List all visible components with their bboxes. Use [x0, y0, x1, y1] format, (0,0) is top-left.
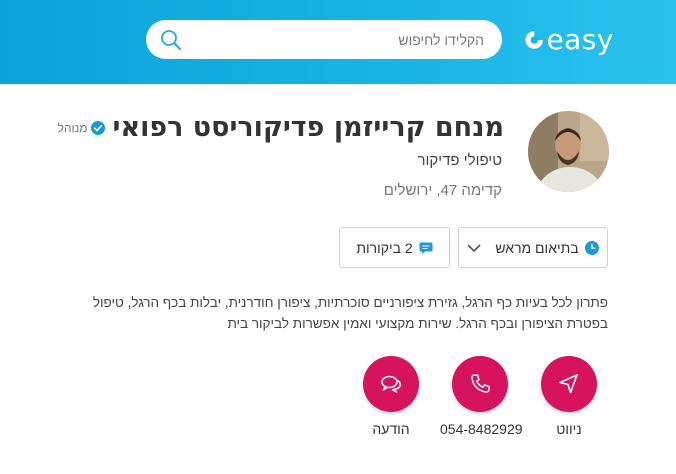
navigate-action[interactable]: ניווט [529, 356, 609, 437]
chat-bubble-icon [419, 242, 433, 254]
schedule-label: בתיאום מראש [495, 239, 579, 256]
phone-label: 054-8482929 [440, 421, 523, 437]
verified-label: מנוהל [57, 120, 88, 135]
navigate-label: ניווט [556, 421, 582, 437]
top-header: easy [0, 0, 676, 84]
search-bar[interactable] [146, 20, 502, 59]
business-address: קדימה 47, ירושלים [383, 182, 502, 199]
search-input[interactable] [204, 20, 484, 59]
business-category[interactable]: טיפולי פדיקור [417, 152, 502, 169]
navigate-button[interactable] [541, 356, 597, 412]
avatar [528, 111, 609, 192]
reviews-label: 2 ביקורות [356, 239, 413, 256]
message-label: הודעה [372, 421, 410, 437]
logo-mark-icon [525, 31, 543, 49]
reviews-button[interactable]: 2 ביקורות [339, 227, 450, 268]
message-action[interactable]: הודעה [351, 356, 431, 437]
schedule-dropdown[interactable]: בתיאום מראש [458, 227, 608, 268]
phone-action[interactable]: 054-8482929 [440, 356, 523, 437]
chevron-down-icon [467, 243, 481, 252]
verified-badge: מנוהל [57, 120, 105, 135]
logo[interactable]: easy [524, 20, 614, 60]
business-description: פתרון לכל בעיות כף הרגל, גזירת ציפורניים… [92, 295, 608, 331]
phone-icon [471, 374, 490, 393]
logo-text: easy [546, 23, 614, 56]
title-row: מנחם קרייזמן פדיקוריסט רפואי מנוהל [58, 112, 505, 143]
call-button[interactable] [452, 356, 508, 412]
navigation-arrow-icon [559, 374, 578, 394]
verified-check-icon [90, 120, 105, 135]
search-icon[interactable] [160, 29, 182, 51]
clock-icon [584, 240, 599, 255]
message-button[interactable] [363, 356, 419, 412]
business-title: מנחם קרייזמן פדיקוריסט רפואי [112, 112, 505, 143]
speech-bubbles-icon [381, 375, 402, 393]
